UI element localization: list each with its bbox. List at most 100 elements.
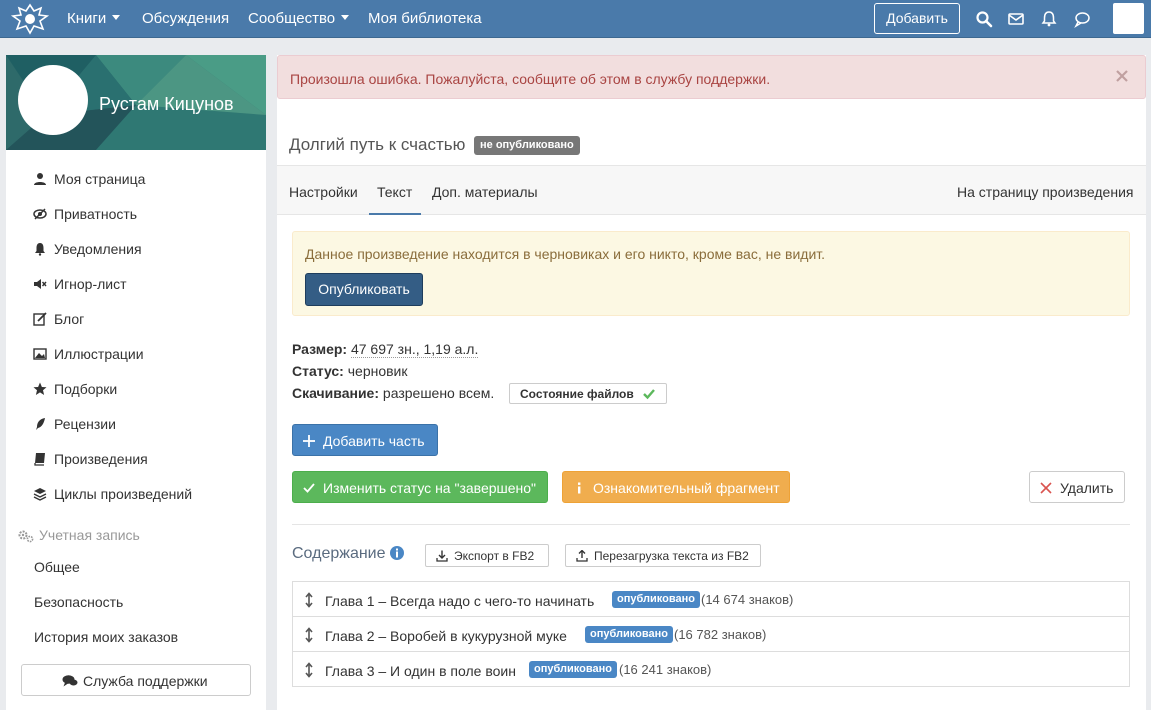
list-item[interactable]: Глава 3 – И один в поле воин опубликован… (293, 652, 1129, 687)
chapter-title[interactable]: Глава 3 – И один в поле воин (325, 663, 516, 679)
chapters-list: Глава 1 – Всегда надо с чего-то начинать… (292, 581, 1130, 687)
close-icon[interactable] (1114, 68, 1130, 84)
sidebar-item-label: Подборки (54, 381, 118, 397)
account-section-label: Учетная запись (39, 527, 140, 543)
sidebar-item-label: Циклы произведений (54, 486, 193, 502)
user-icon (34, 173, 46, 185)
files-state-button[interactable]: Состояние файлов (509, 383, 667, 404)
nav-community[interactable]: Сообщество (248, 10, 350, 27)
status-badge: не опубликовано (474, 136, 580, 155)
sidebar: Рустам Кицунов Моя страница Приватность … (6, 55, 266, 710)
drag-handle-icon[interactable] (304, 592, 314, 608)
files-state-label: Состояние файлов (520, 387, 634, 401)
reupload-fb2-button[interactable]: Перезагрузка текста из FB2 (565, 544, 761, 567)
sidebar-item-series[interactable]: Циклы произведений (6, 477, 266, 512)
status-badge: опубликовано (612, 591, 700, 608)
chapter-title[interactable]: Глава 2 – Воробей в кукурузной муке (325, 628, 567, 644)
main-panel: Произошла ошибка. Пожалуйста, сообщите о… (277, 55, 1146, 710)
drag-handle-icon[interactable] (304, 627, 314, 643)
comments-icon (62, 675, 78, 687)
chat-icon[interactable] (1073, 10, 1091, 28)
close-icon (1040, 482, 1052, 494)
sidebar-item-security[interactable]: Безопасность (6, 585, 266, 620)
chapter-char-count: (16 782 знаков) (674, 627, 767, 642)
meta-status: Статус: черновик (292, 363, 408, 379)
account-section-header: Учетная запись (18, 527, 258, 547)
plus-icon (303, 435, 315, 447)
toc-title: Содержание (292, 545, 386, 562)
sidebar-item-illustrations[interactable]: Иллюстрации (6, 337, 266, 372)
sidebar-item-general[interactable]: Общее (6, 550, 266, 585)
picture-icon (33, 348, 47, 360)
list-item[interactable]: Глава 1 – Всегда надо с чего-то начинать… (293, 582, 1129, 617)
complete-status-label: Изменить статус на "завершено" (323, 480, 537, 496)
sidebar-item-collections[interactable]: Подборки (6, 372, 266, 407)
profile-name[interactable]: Рустам Кицунов (99, 94, 234, 115)
support-button[interactable]: Служба поддержки (21, 664, 251, 696)
bell-icon[interactable] (1040, 10, 1058, 28)
info-circle-icon[interactable] (390, 546, 404, 560)
publish-button[interactable]: Опубликовать (305, 273, 423, 306)
meta-download-label: Скачивание: (292, 385, 380, 401)
chapter-char-count: (14 674 знаков) (701, 592, 794, 607)
status-badge: опубликовано (529, 661, 617, 678)
complete-status-button[interactable]: Изменить статус на "завершено" (292, 471, 548, 503)
chapter-title[interactable]: Глава 1 – Всегда надо с чего-то начинать (325, 593, 594, 609)
add-button[interactable]: Добавить (874, 3, 960, 34)
draft-notice: Данное произведение находится в черновик… (292, 231, 1130, 316)
sidebar-item-blog[interactable]: Блог (6, 302, 266, 337)
quill-icon (36, 418, 45, 430)
nav-discussions[interactable]: Обсуждения (142, 10, 229, 27)
active-tab-indicator (369, 213, 421, 215)
sidebar-item-label: Произведения (54, 451, 148, 467)
sidebar-item-label: Рецензии (54, 416, 116, 432)
nav-my-library[interactable]: Моя библиотека (368, 10, 482, 27)
delete-label: Удалить (1060, 480, 1114, 496)
sidebar-item-label: Иллюстрации (54, 346, 144, 362)
add-part-label: Добавить часть (323, 433, 425, 449)
sidebar-item-ignore-list[interactable]: Игнор-лист (6, 267, 266, 302)
export-fb2-button[interactable]: Экспорт в FB2 (425, 544, 549, 567)
site-logo-icon[interactable] (10, 2, 50, 36)
sidebar-item-label: Общее (34, 559, 80, 575)
page-title: Долгий путь к счастью (289, 135, 466, 154)
add-part-button[interactable]: Добавить часть (292, 424, 438, 456)
upload-icon (576, 550, 588, 562)
sidebar-item-privacy[interactable]: Приватность (6, 197, 266, 232)
tab-text[interactable]: Текст (377, 184, 412, 200)
tab-extra-materials[interactable]: Доп. материалы (432, 184, 538, 200)
check-icon (303, 483, 315, 493)
search-icon[interactable] (975, 10, 993, 28)
info-icon (578, 482, 581, 494)
gears-icon (18, 530, 34, 543)
nav-community-label: Сообщество (248, 10, 336, 27)
meta-status-value: черновик (347, 363, 408, 379)
meta-size-label: Размер: (292, 341, 348, 357)
profile-avatar[interactable] (18, 65, 88, 135)
sidebar-item-order-history[interactable]: История моих заказов (6, 620, 266, 655)
volume-off-icon (34, 279, 47, 289)
work-page-link[interactable]: На страницу произведения (957, 184, 1133, 200)
user-avatar[interactable] (1113, 3, 1144, 34)
edit-icon (33, 312, 47, 326)
sidebar-item-notifications[interactable]: Уведомления (6, 232, 266, 267)
sidebar-item-my-page[interactable]: Моя страница (6, 162, 266, 197)
envelope-icon[interactable] (1007, 10, 1025, 28)
chapter-char-count: (16 241 знаков) (619, 662, 712, 677)
delete-button[interactable]: Удалить (1029, 471, 1125, 503)
meta-download-value: разрешено всем. (382, 385, 495, 401)
sidebar-item-label: Игнор-лист (54, 276, 127, 292)
fragment-button[interactable]: Ознакомительный фрагмент (562, 471, 790, 503)
meta-status-label: Статус: (292, 363, 344, 379)
nav-my-library-label: Моя библиотека (368, 10, 482, 27)
list-item[interactable]: Глава 2 – Воробей в кукурузной муке опуб… (293, 617, 1129, 652)
tab-settings[interactable]: Настройки (289, 184, 358, 200)
draft-notice-text: Данное произведение находится в черновик… (305, 246, 826, 262)
sidebar-item-works[interactable]: Произведения (6, 442, 266, 477)
sidebar-item-label: Приватность (54, 206, 138, 222)
error-alert-text: Произошла ошибка. Пожалуйста, сообщите о… (290, 71, 771, 87)
meta-size: Размер: 47 697 зн., 1,19 а.л. (292, 341, 479, 358)
drag-handle-icon[interactable] (304, 662, 314, 678)
sidebar-item-reviews[interactable]: Рецензии (6, 407, 266, 442)
nav-books[interactable]: Книги (67, 10, 121, 27)
